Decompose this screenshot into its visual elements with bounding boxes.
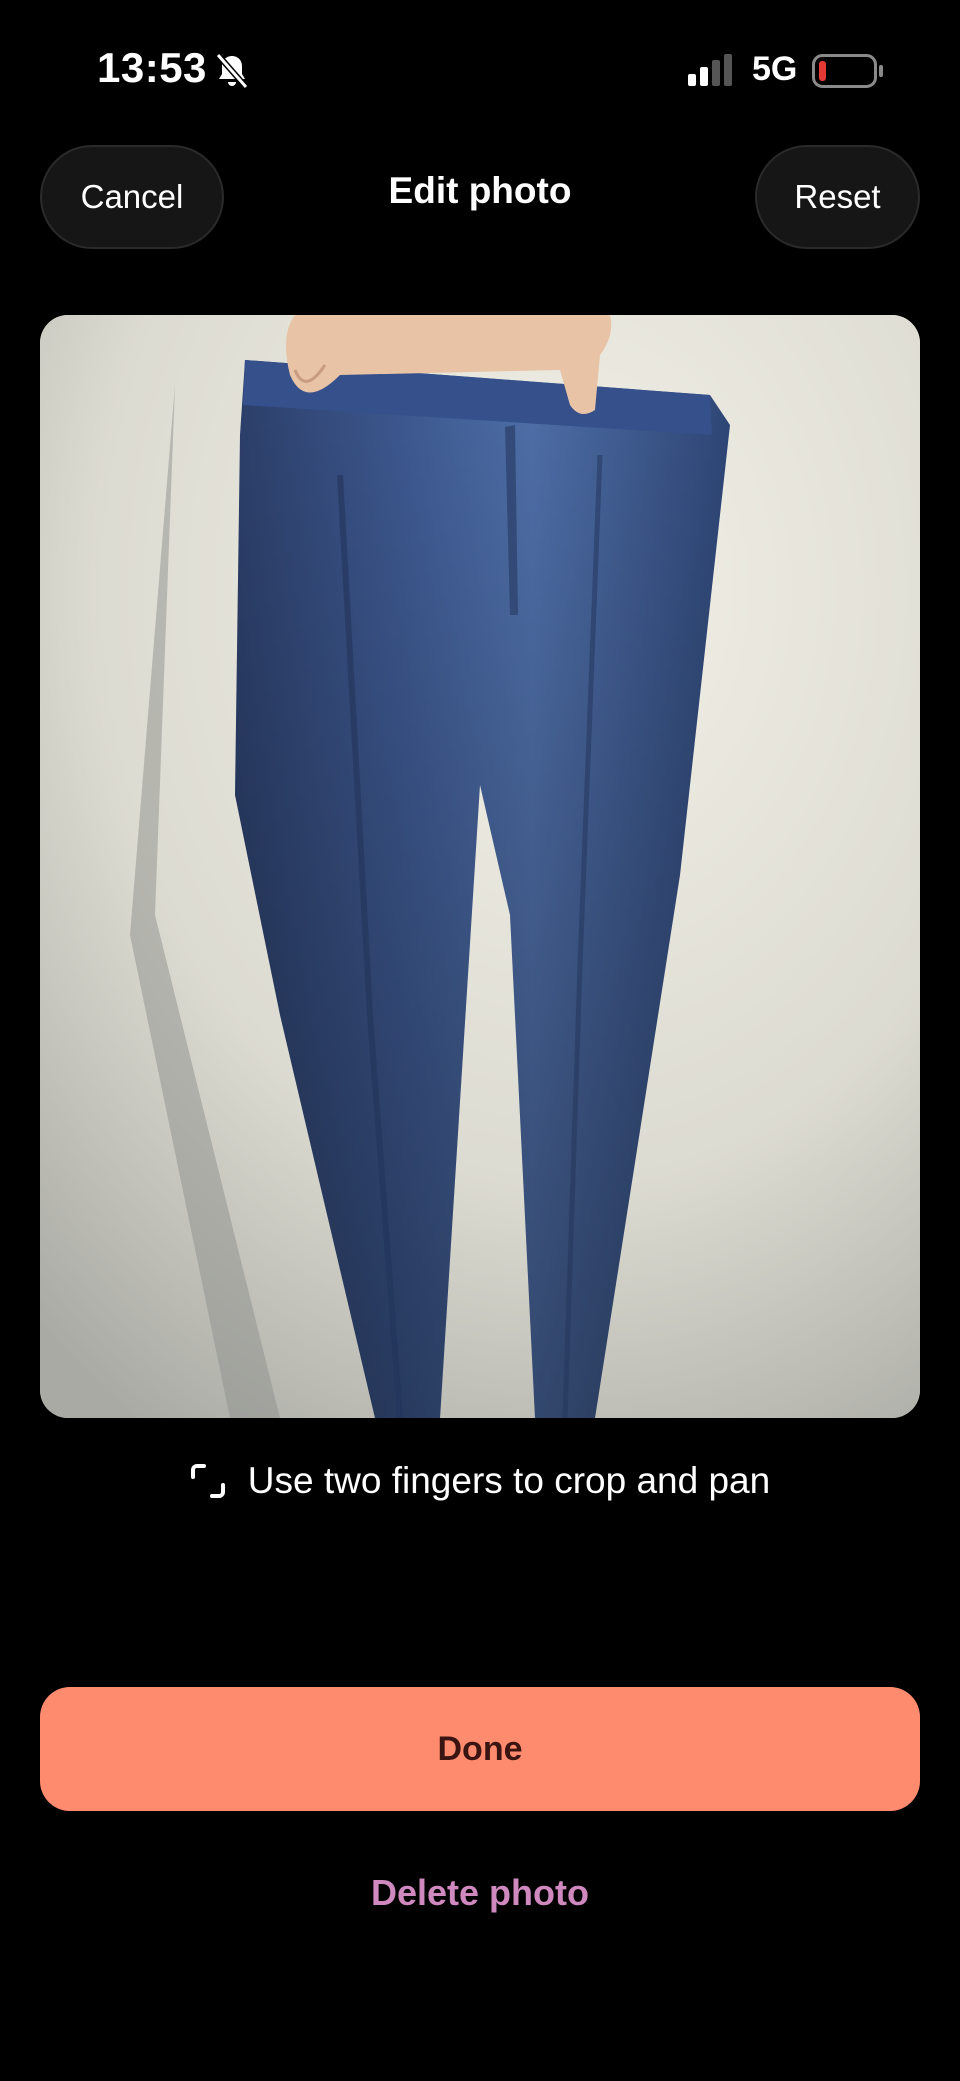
bell-off-icon [215, 53, 249, 89]
photo-preview[interactable] [40, 315, 920, 1418]
delete-photo-button[interactable]: Delete photo [0, 1872, 960, 1914]
crop-icon [190, 1464, 225, 1498]
network-label: 5G [752, 50, 798, 88]
done-button[interactable]: Done [40, 1687, 920, 1811]
status-time: 13:53 [97, 44, 207, 91]
reset-button[interactable]: Reset [755, 145, 920, 249]
battery-icon [812, 54, 883, 88]
crop-hint: Use two fingers to crop and pan [0, 1460, 960, 1502]
hint-text: Use two fingers to crop and pan [247, 1460, 771, 1501]
status-bar: 13:53 5G [0, 0, 960, 140]
signal-icon [688, 54, 732, 86]
trousers-photo [40, 315, 920, 1418]
